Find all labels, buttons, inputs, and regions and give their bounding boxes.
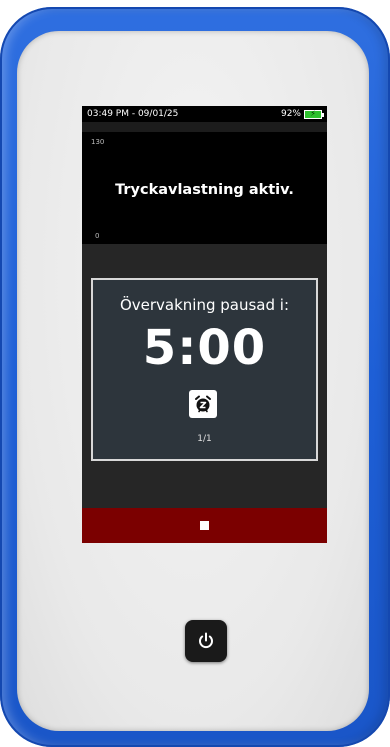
page-indicator: 1/1 (197, 434, 212, 444)
pause-dialog: Övervakning pausad i: 5:00 1/1 (91, 278, 318, 461)
pressure-graph: 130 0 Tryckavlastning aktiv. (82, 132, 327, 244)
power-icon (199, 632, 213, 649)
graph-y-min-label: 0 (95, 232, 100, 240)
power-button[interactable] (185, 620, 227, 662)
battery-indicator: 92% ⚡ (280, 109, 324, 119)
stop-button[interactable] (82, 508, 327, 543)
graph-y-max-label: 130 (91, 138, 105, 146)
graph-header-strip (82, 122, 327, 132)
pause-dialog-title: Övervakning pausad i: (119, 296, 290, 314)
battery-icon: ⚡ (304, 109, 324, 119)
pause-countdown-timer: 5:00 (142, 320, 267, 376)
lightning-bolt-icon: ⚡ (310, 109, 316, 118)
stop-icon (200, 521, 209, 530)
graph-status-message: Tryckavlastning aktiv. (115, 182, 294, 198)
device-screen: 03:49 PM - 09/01/25 92% ⚡ 130 0 Tryckavl… (82, 106, 327, 543)
status-datetime: 03:49 PM - 09/01/25 (87, 109, 179, 119)
battery-percent: 92% (280, 109, 301, 119)
alarm-clock-snooze-icon (195, 395, 211, 413)
snooze-button[interactable] (189, 390, 217, 418)
status-bar: 03:49 PM - 09/01/25 92% ⚡ (82, 106, 327, 122)
